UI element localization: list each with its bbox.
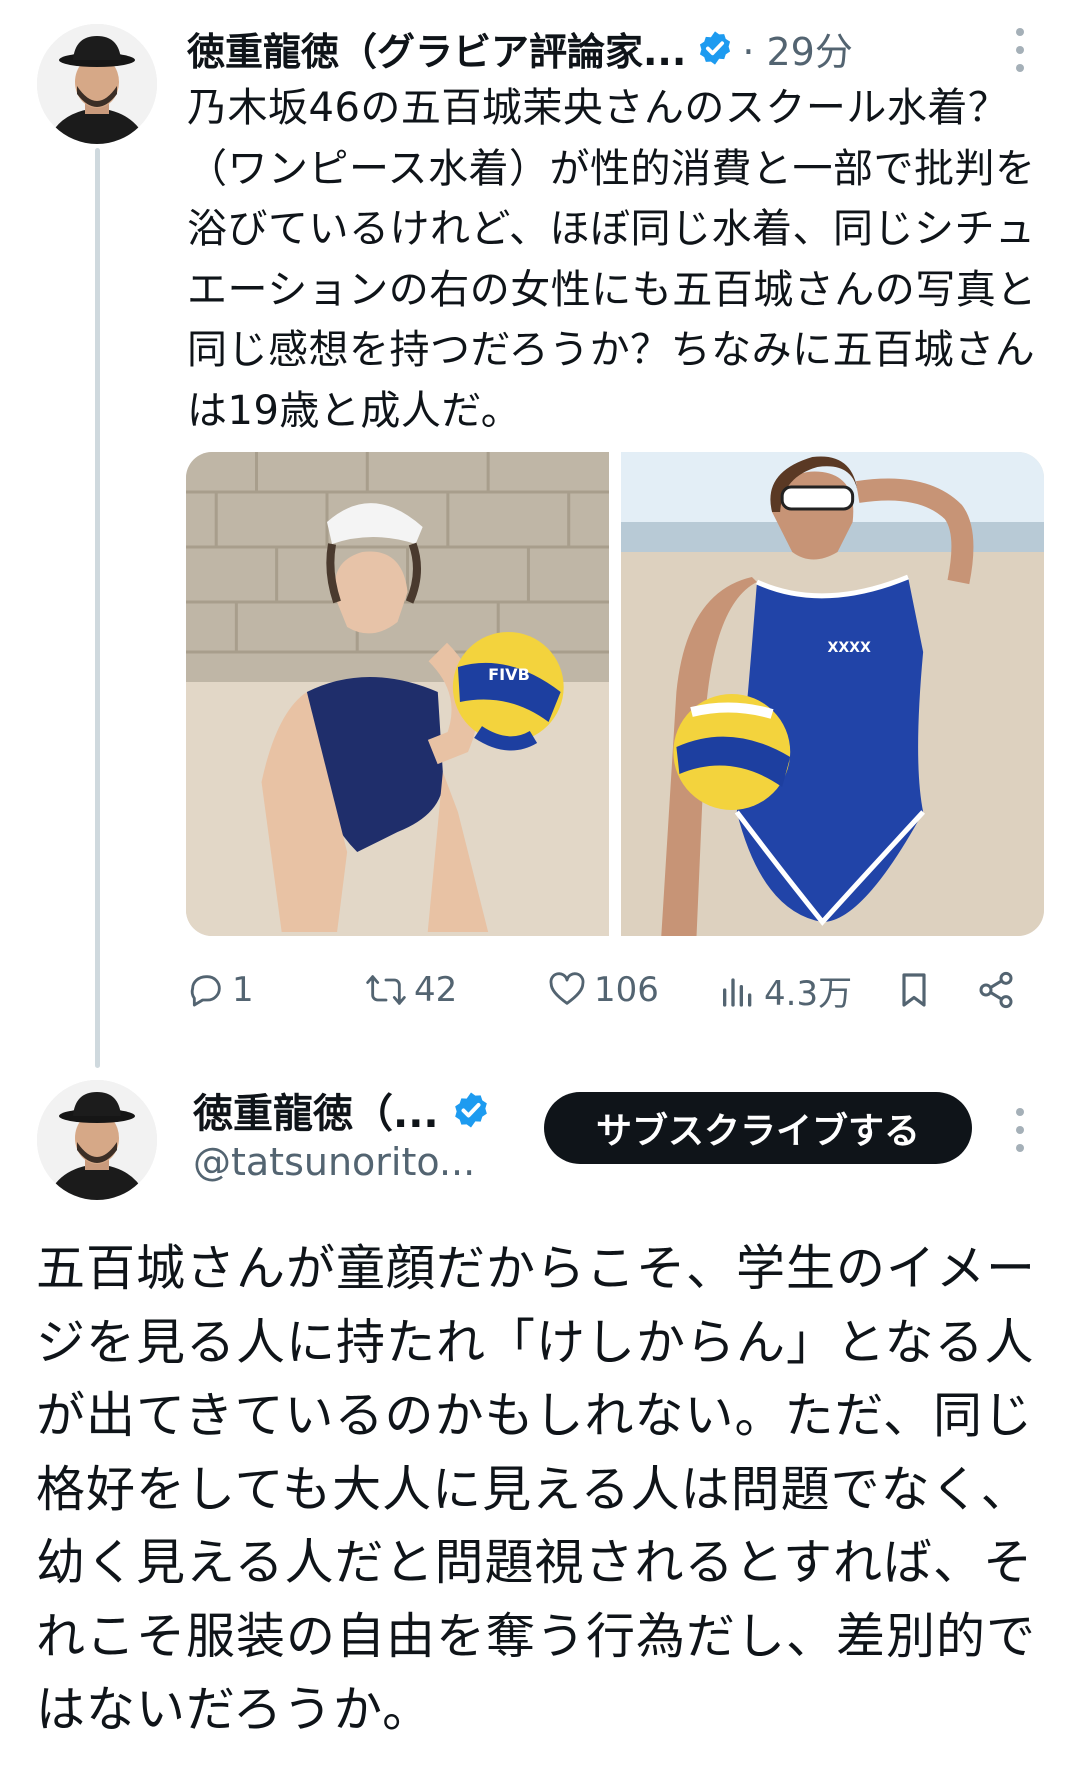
views-button[interactable]: 4.3万 (718, 962, 852, 1018)
tweet-timestamp[interactable]: · 29分 (742, 21, 853, 76)
photo-left[interactable]: FIVB (186, 452, 609, 936)
analytics-icon (718, 970, 758, 1010)
swimsuit-logo-label: XXXX (827, 640, 871, 656)
author-name[interactable]: 徳重龍徳（グラビア評論家... (187, 21, 686, 76)
tweet-action-bar: 1 42 106 4.3万 (186, 962, 1046, 1018)
photo-right[interactable]: XXXX (621, 452, 1044, 936)
views-count: 4.3万 (764, 973, 853, 1014)
share-button[interactable] (976, 962, 1016, 1018)
tweet1-header: 徳重龍徳（グラビア評論家... · 29分 (187, 18, 1047, 78)
bookmark-button[interactable] (894, 962, 934, 1018)
retweet-icon (364, 970, 408, 1010)
author-avatar[interactable] (37, 24, 157, 144)
verified-badge-icon (696, 29, 734, 67)
tweet-text: 乃木坂46の五百城茉央さんのスクール水着？（ワンピース水着）が性的消費と一部で批… (187, 85, 1037, 434)
author-avatar[interactable] (37, 1080, 157, 1200)
more-options-icon[interactable] (1013, 1108, 1027, 1152)
tweet2-header: 徳重龍徳（... (193, 1082, 491, 1138)
author-name[interactable]: 徳重龍徳（... (193, 1081, 439, 1139)
like-count: 106 (594, 970, 659, 1010)
ball-brand-label: FIVB (488, 665, 530, 684)
reply-count: 1 (232, 970, 254, 1010)
author-handle[interactable]: @tatsunorito... (193, 1140, 475, 1184)
reply-button[interactable]: 1 (186, 962, 254, 1018)
subscribe-button[interactable]: サブスクライブする (544, 1092, 972, 1164)
share-icon (976, 970, 1016, 1010)
heart-icon (546, 970, 588, 1010)
more-options-icon[interactable] (1013, 28, 1027, 72)
retweet-count: 42 (414, 970, 458, 1010)
reply-icon (186, 970, 226, 1010)
bookmark-icon (894, 968, 934, 1012)
tweet-media[interactable]: FIVB XXXX (186, 452, 1044, 936)
thread-line (95, 148, 100, 1068)
verified-badge-icon (451, 1090, 491, 1130)
like-button[interactable]: 106 (546, 962, 659, 1018)
retweet-button[interactable]: 42 (364, 962, 457, 1018)
tweet-text: 五百城さんが童顔だからこそ、学生のイメージを見る人に持たれ「けしからん」となる人… (36, 1240, 1037, 1738)
